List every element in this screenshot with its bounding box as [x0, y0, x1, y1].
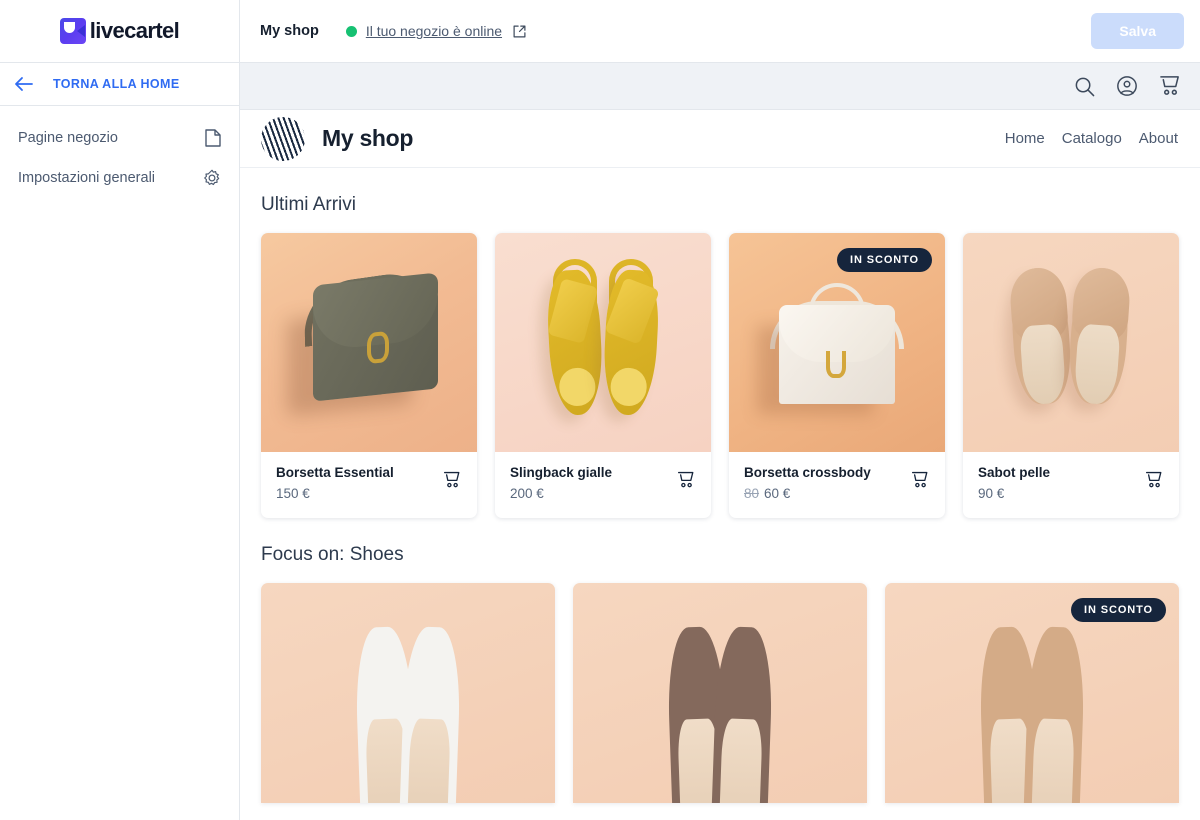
status-badge: IN SCONTO: [1070, 598, 1166, 622]
product-price-wrap: 80 60 €: [744, 486, 871, 501]
nav-link-home[interactable]: Home: [1005, 130, 1045, 147]
cart-icon: [444, 471, 460, 488]
product-image: IN SCONTO: [729, 233, 945, 452]
status-badge: IN SCONTO: [836, 248, 932, 272]
nav-link-about[interactable]: About: [1139, 130, 1178, 147]
sidebar-item-impostazioni-generali[interactable]: Impostazioni generali: [0, 158, 239, 198]
product-card[interactable]: IN SCONTO Borsetta crossbody 80 60 €: [729, 233, 945, 518]
product-card[interactable]: IN SCONTO: [885, 583, 1179, 803]
sidebar-item-pagine-negozio[interactable]: Pagine negozio: [0, 118, 239, 158]
product-card[interactable]: [573, 583, 867, 803]
product-title: Sabot pelle: [978, 465, 1051, 480]
sidebar-item-label: Impostazioni generali: [18, 170, 156, 186]
product-price: 60 €: [764, 486, 791, 501]
brand-name: livecartel: [89, 18, 180, 43]
section-focus-shoes: Focus on: Shoes IN SCONTO: [240, 544, 1200, 803]
brand-bar: livecartel: [0, 0, 239, 63]
store-title: My shop: [322, 125, 414, 151]
add-to-cart-button[interactable]: [443, 471, 462, 489]
nav-link-catalogo[interactable]: Catalogo: [1062, 130, 1122, 147]
product-image: [495, 233, 711, 452]
shop-name-label: My shop: [260, 23, 319, 39]
product-price: 90 €: [978, 486, 1005, 501]
cart-icon: [1146, 471, 1162, 488]
main-panel: My shop Il tuo negozio è online Salva My…: [240, 0, 1200, 820]
brand-logo[interactable]: livecartel: [59, 18, 180, 44]
livecartel-logo-icon: [59, 18, 86, 44]
sidebar-item-label: Pagine negozio: [18, 130, 118, 146]
product-title: Borsetta crossbody: [744, 465, 871, 480]
top-bar: My shop Il tuo negozio è online Salva: [240, 0, 1200, 63]
section-ultimi-arrivi: Ultimi Arrivi Borsetta Essential 150 € S…: [240, 194, 1200, 518]
product-card[interactable]: Borsetta Essential 150 €: [261, 233, 477, 518]
add-to-cart-button[interactable]: [911, 471, 930, 489]
add-to-cart-button[interactable]: [1145, 471, 1164, 489]
page-icon: [205, 129, 221, 147]
striped-circle-logo-icon: [261, 116, 305, 161]
product-card[interactable]: Slingback gialle 200 €: [495, 233, 711, 518]
cart-icon: [912, 471, 928, 488]
preview-toolbar: [240, 63, 1200, 110]
external-link-icon[interactable]: [513, 25, 526, 38]
app-root: livecartel TORNA ALLA HOME Pagine negozi…: [0, 0, 1200, 820]
section-title: Ultimi Arrivi: [261, 194, 356, 215]
status-dot-icon: [345, 25, 357, 37]
shop-online-link[interactable]: Il tuo negozio è online: [366, 23, 502, 39]
product-title: Slingback gialle: [510, 465, 613, 480]
product-price: 200 €: [510, 486, 544, 501]
product-grid: IN SCONTO: [261, 583, 1179, 803]
add-to-cart-button[interactable]: [677, 471, 696, 489]
product-card[interactable]: [261, 583, 555, 803]
store-header: My shop Home Catalogo About: [240, 110, 1200, 168]
back-to-home-button[interactable]: TORNA ALLA HOME: [0, 63, 239, 106]
arrow-left-icon: [14, 76, 33, 92]
section-title: Focus on: Shoes: [261, 544, 404, 565]
product-title: Borsetta Essential: [276, 465, 394, 480]
save-button[interactable]: Salva: [1091, 13, 1184, 49]
cart-icon: [678, 471, 694, 488]
shop-status: Il tuo negozio è online: [345, 23, 526, 39]
sidebar-nav: Pagine negozio Impostazioni generali: [0, 106, 239, 198]
store-nav: Home Catalogo About: [1005, 130, 1178, 147]
sidebar: livecartel TORNA ALLA HOME Pagine negozi…: [0, 0, 240, 820]
search-icon[interactable]: [1074, 76, 1095, 97]
gear-icon: [203, 169, 221, 187]
cart-icon[interactable]: [1159, 75, 1182, 97]
store-preview: My shop Home Catalogo About Ultimi Arriv…: [240, 110, 1200, 820]
product-price: 150 €: [276, 486, 310, 501]
product-image: [261, 233, 477, 452]
product-grid: Borsetta Essential 150 € Slingback giall…: [261, 233, 1179, 518]
back-to-home-label: TORNA ALLA HOME: [53, 77, 180, 91]
account-icon[interactable]: [1116, 75, 1138, 97]
product-card[interactable]: Sabot pelle 90 €: [963, 233, 1179, 518]
product-old-price: 80: [744, 486, 760, 501]
product-image: [963, 233, 1179, 452]
